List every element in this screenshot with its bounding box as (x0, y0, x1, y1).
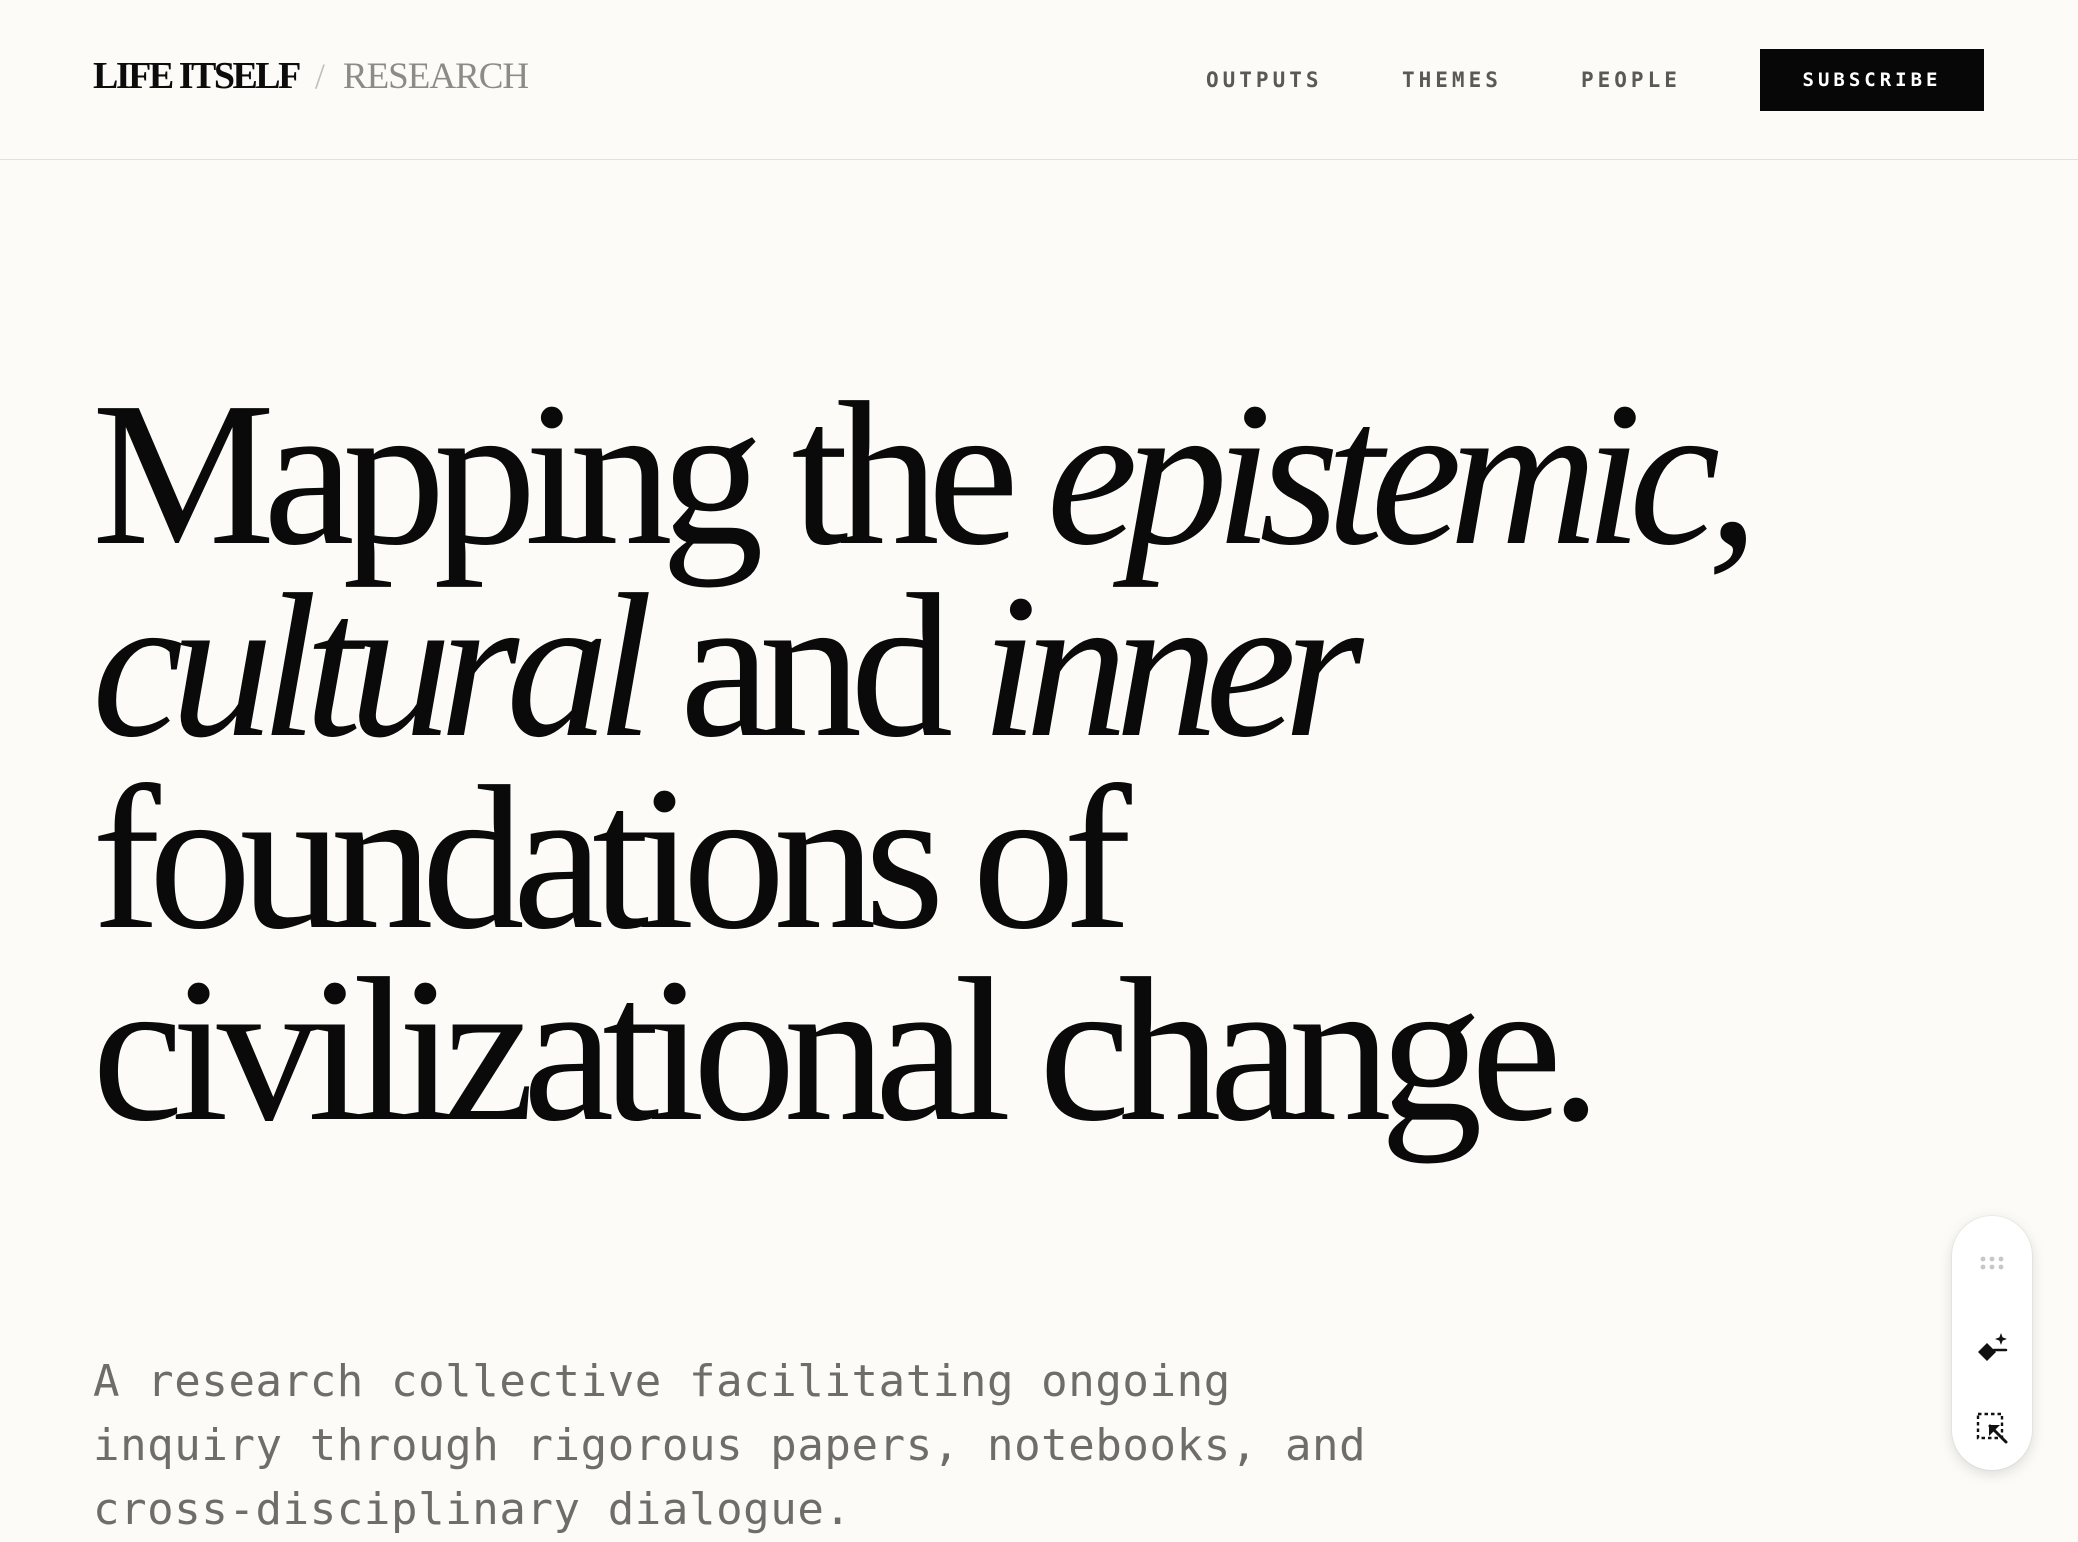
hero-title: Mapping the epistemic, cultural and inne… (92, 371, 1759, 1164)
brand-name: LIFE ITSELF (93, 55, 301, 97)
subscribe-button[interactable]: SUBSCRIBE (1760, 49, 1984, 111)
brand-section-label: RESEARCH (342, 55, 529, 97)
hero-subtitle-line: A research collective facilitating ongoi… (93, 1356, 1231, 1407)
site-header: LIFE ITSELF / RESEARCH OUTPUTS THEMES PE… (0, 0, 2078, 160)
nav-link-people[interactable]: PEOPLE (1581, 62, 1681, 98)
nav-link-outputs[interactable]: OUTPUTS (1206, 62, 1323, 98)
select-tool-button[interactable] (1972, 1408, 2012, 1448)
select-cursor-icon (1976, 1412, 2008, 1444)
hero-subtitle-line: cross-disciplinary dialogue. (93, 1484, 852, 1535)
hero-title-line-4: civilizational change. (92, 935, 1602, 1164)
hero-subtitle-line: inquiry through rigorous papers, noteboo… (93, 1420, 1367, 1471)
brand-logo[interactable]: LIFE ITSELF / RESEARCH (93, 50, 529, 102)
brand-separator: / (314, 56, 325, 96)
sparkle-eraser-button[interactable] (1972, 1328, 2012, 1368)
sparkle-eraser-icon (1978, 1333, 2008, 1361)
hero-subtitle: A research collective facilitating ongoi… (93, 1350, 1493, 1542)
hero-title-line-3: foundations of (92, 743, 1132, 972)
floating-toolbar (1952, 1216, 2032, 1470)
hero-title-line-1: Mapping the epistemic, (92, 371, 1759, 577)
drag-handle-icon[interactable] (1980, 1256, 2004, 1270)
nav-link-themes[interactable]: THEMES (1402, 62, 1502, 98)
hero-title-line-2: cultural and inner (92, 563, 1746, 769)
